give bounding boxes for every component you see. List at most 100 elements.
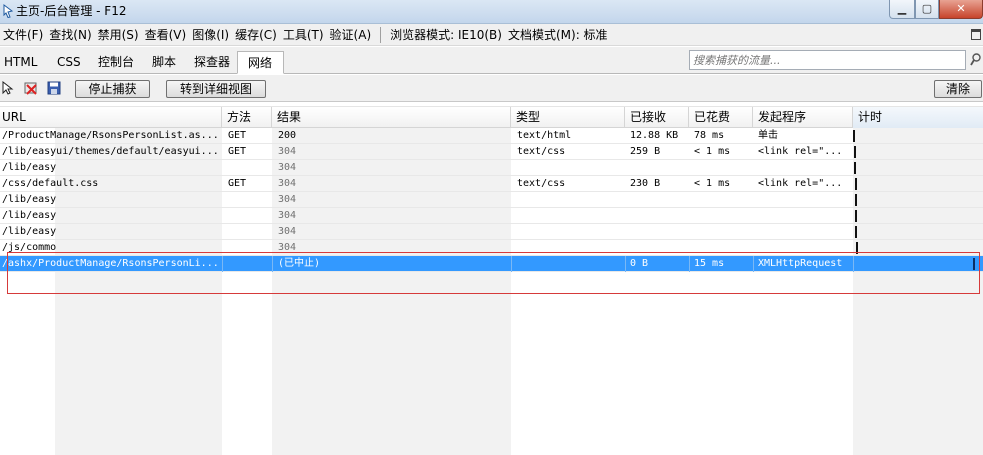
- minimize-button[interactable]: ▁: [889, 0, 915, 19]
- search-input[interactable]: [689, 50, 966, 70]
- minimize-icon: ▁: [897, 2, 907, 15]
- col-result[interactable]: 结果: [272, 107, 511, 128]
- tab-css[interactable]: CSS: [53, 51, 85, 74]
- table-row[interactable]: /lib/easyui/themes/default/easyui... GET…: [0, 144, 983, 160]
- table-row-selected[interactable]: /ashx/ProductManage/RsonsPersonLi... (已中…: [0, 256, 983, 272]
- menu-bar: 文件(F) 查找(N) 禁用(S) 查看(V) 图像(I) 缓存(C) 工具(T…: [0, 24, 983, 46]
- detail-view-button[interactable]: 转到详细视图: [166, 80, 266, 98]
- cell-separator: [853, 256, 854, 272]
- col-url[interactable]: URL: [0, 107, 222, 128]
- tab-console[interactable]: 控制台: [94, 51, 138, 74]
- table-row[interactable]: /js/commo 304: [0, 240, 983, 256]
- menu-document-mode[interactable]: 文档模式(M): 标准: [505, 24, 611, 46]
- menu-images[interactable]: 图像(I): [189, 24, 232, 46]
- dock-icon[interactable]: [971, 29, 981, 40]
- cell-taken: < 1 ms: [694, 146, 731, 157]
- tab-network[interactable]: 网络: [237, 51, 284, 74]
- tab-html[interactable]: HTML: [0, 51, 41, 74]
- cell-url: /ProductManage/RsonsPersonList.as...: [2, 130, 219, 141]
- network-toolbar: 停止捕获 转到详细视图 清除: [0, 75, 983, 102]
- clear-entries-icon[interactable]: [24, 81, 38, 95]
- cell-result: 304: [278, 146, 297, 157]
- title-bar: 主页-后台管理 - F12 ▁ ▢ ✕: [0, 0, 983, 24]
- menu-view[interactable]: 查看(V): [142, 24, 190, 46]
- cell-separator: [222, 256, 223, 272]
- col-received[interactable]: 已接收: [625, 107, 689, 128]
- cell-result: 304: [278, 194, 297, 205]
- col-type[interactable]: 类型: [511, 107, 625, 128]
- cell-result: (已中止): [278, 258, 321, 269]
- devtools-app-icon: [2, 4, 14, 19]
- cell-initiator: <link rel="...: [758, 146, 843, 157]
- cell-separator: [689, 256, 690, 272]
- save-icon[interactable]: [47, 81, 61, 95]
- cell-separator: [625, 256, 626, 272]
- request-rows: /ProductManage/RsonsPersonList.as... GET…: [0, 128, 983, 272]
- timing-bar: [855, 226, 857, 238]
- cell-result: 304: [278, 162, 297, 173]
- cursor-icon[interactable]: [1, 80, 15, 95]
- cell-result: 304: [278, 242, 297, 253]
- menu-validate[interactable]: 验证(A): [327, 24, 375, 46]
- cell-separator: [753, 256, 754, 272]
- table-row[interactable]: /lib/easy 304: [0, 224, 983, 240]
- close-button[interactable]: ✕: [939, 0, 983, 19]
- cell-result: 304: [278, 210, 297, 221]
- menu-tools[interactable]: 工具(T): [280, 24, 327, 46]
- cell-received: 230 B: [630, 178, 661, 189]
- menu-cache[interactable]: 缓存(C): [232, 24, 280, 46]
- cell-separator: [511, 256, 512, 272]
- cell-url: /js/commo: [2, 242, 57, 253]
- cell-received: 12.88 KB: [630, 130, 679, 141]
- cell-taken: 15 ms: [694, 258, 725, 269]
- cell-method: GET: [228, 130, 247, 141]
- cell-url: /lib/easy: [2, 162, 57, 173]
- cell-method: GET: [228, 146, 247, 157]
- cell-type: text/css: [517, 146, 566, 157]
- table-row[interactable]: /css/default.css GET 304 text/css 230 B …: [0, 176, 983, 192]
- col-timing[interactable]: 计时: [853, 107, 983, 128]
- cell-separator: [272, 256, 273, 272]
- timing-bar: [853, 130, 855, 142]
- tab-profiler[interactable]: 探查器: [190, 51, 234, 74]
- cell-taken: < 1 ms: [694, 178, 731, 189]
- timing-bar: [973, 258, 975, 270]
- menu-browser-mode[interactable]: 浏览器模式: IE10(B): [387, 24, 505, 46]
- col-initiator[interactable]: 发起程序: [753, 107, 853, 128]
- table-row[interactable]: /lib/easy 304: [0, 160, 983, 176]
- close-icon: ✕: [956, 2, 966, 15]
- cell-url: /lib/easy: [2, 210, 57, 221]
- menu-file[interactable]: 文件(F): [0, 24, 46, 46]
- cell-initiator: <link rel="...: [758, 178, 843, 189]
- maximize-button[interactable]: ▢: [915, 0, 939, 19]
- cell-initiator: XMLHttpRequest: [758, 258, 843, 269]
- stop-capture-button[interactable]: 停止捕获: [75, 80, 150, 98]
- cell-url: /ashx/ProductManage/RsonsPersonLi...: [2, 258, 219, 269]
- table-row[interactable]: /ProductManage/RsonsPersonList.as... GET…: [0, 128, 983, 144]
- cell-result: 304: [278, 178, 297, 189]
- col-taken[interactable]: 已花费: [689, 107, 753, 128]
- tab-script[interactable]: 脚本: [148, 51, 180, 74]
- cell-result: 304: [278, 226, 297, 237]
- cell-result: 200: [278, 130, 297, 141]
- cell-type: text/html: [517, 130, 572, 141]
- table-row[interactable]: /lib/easy 304: [0, 208, 983, 224]
- table-row[interactable]: /lib/easy 304: [0, 192, 983, 208]
- menu-find[interactable]: 查找(N): [46, 24, 94, 46]
- timing-bar: [854, 146, 856, 158]
- window-title: 主页-后台管理 - F12: [16, 4, 127, 18]
- cell-type: text/css: [517, 178, 566, 189]
- cell-url: /lib/easy: [2, 226, 57, 237]
- cell-url: /lib/easy: [2, 194, 57, 205]
- search-icon[interactable]: [970, 53, 981, 67]
- cell-url: /css/default.css: [2, 178, 99, 189]
- timing-bar: [854, 162, 856, 174]
- timing-bar: [856, 242, 858, 254]
- network-grid: URL 方法 结果 类型 已接收 已花费 发起程序 计时 /ProductMan…: [0, 103, 983, 455]
- cell-method: GET: [228, 178, 247, 189]
- menu-disable[interactable]: 禁用(S): [95, 24, 142, 46]
- clear-button[interactable]: 清除: [934, 80, 982, 98]
- tab-bar: HTML CSS 控制台 脚本 探查器 网络: [0, 47, 983, 74]
- timing-bar: [855, 194, 857, 206]
- col-method[interactable]: 方法: [222, 107, 272, 128]
